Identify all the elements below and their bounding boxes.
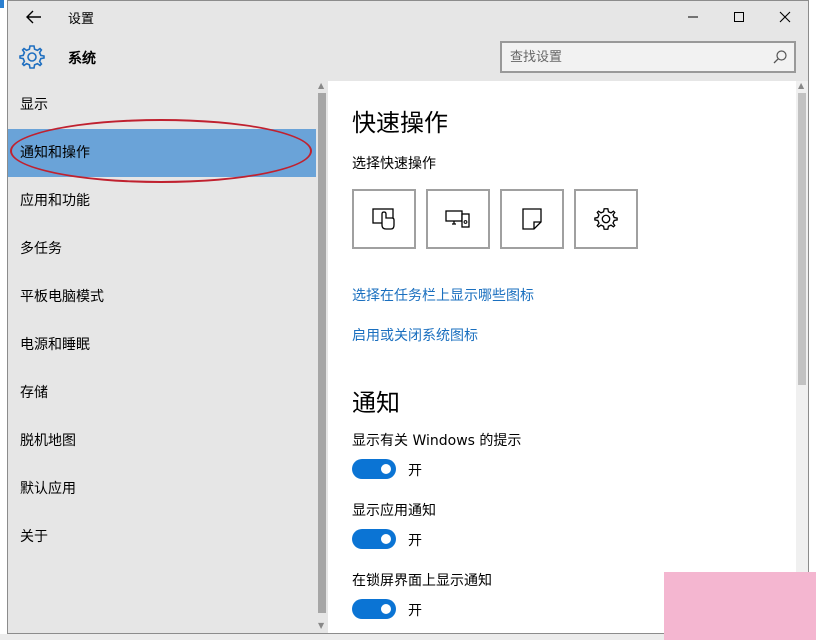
toggle-label-windows-tips: 显示有关 Windows 的提示 [352, 433, 522, 449]
toggle-windows-tips[interactable] [352, 459, 396, 479]
sidebar-item-power-sleep[interactable]: 电源和睡眠 [8, 321, 316, 369]
quick-action-tile-tablet-mode[interactable] [352, 189, 416, 249]
arrow-left-icon [26, 10, 41, 24]
minimize-icon [688, 16, 698, 18]
page-title: 系统 [68, 51, 96, 67]
toggle-state-lock-screen: 开 [408, 603, 422, 619]
sidebar-item-multitasking[interactable]: 多任务 [8, 225, 316, 273]
quick-action-tile-connect[interactable] [426, 189, 490, 249]
quick-action-tile-settings[interactable] [574, 189, 638, 249]
toggle-knob [381, 464, 391, 474]
sidebar-item-display[interactable]: 显示 [8, 81, 316, 129]
sidebar-item-about[interactable]: 关于 [8, 513, 316, 561]
connect-display-icon [445, 210, 470, 228]
toggle-state-windows-tips: 开 [408, 463, 422, 479]
back-button[interactable] [14, 3, 54, 31]
sidebar-scroll-thumb[interactable] [318, 93, 326, 613]
title-bar: 设置 [8, 1, 808, 33]
minimize-button[interactable] [670, 1, 716, 33]
gear-icon [19, 45, 45, 69]
content-scroll-thumb[interactable] [798, 93, 806, 385]
toggle-label-app-notifications: 显示应用通知 [352, 503, 436, 519]
sidebar: 显示 通知和操作 应用和功能 多任务 平板电脑模式 电源和睡眠 存储 脱机地图 … [8, 81, 316, 633]
maximize-icon [734, 12, 744, 22]
scroll-down-icon[interactable]: ▼ [318, 621, 324, 630]
toggle-state-app-notifications: 开 [408, 533, 422, 549]
content-scrollbar[interactable]: ▲ [796, 81, 808, 633]
background-accent [0, 0, 4, 8]
quick-actions-subtitle: 选择快速操作 [352, 156, 436, 172]
settings-window: 设置 系统 显示 通知和操作 应用和功能 [7, 0, 809, 634]
sidebar-item-notifications-actions[interactable]: 通知和操作 [8, 129, 316, 177]
note-icon [522, 208, 542, 230]
notifications-heading: 通知 [352, 389, 400, 417]
quick-action-tile-note[interactable] [500, 189, 564, 249]
search-icon[interactable] [772, 49, 788, 65]
quick-actions-heading: 快速操作 [352, 109, 448, 137]
link-system-icons[interactable]: 启用或关闭系统图标 [352, 325, 478, 345]
link-taskbar-icons[interactable]: 选择在任务栏上显示哪些图标 [352, 285, 534, 305]
maximize-button[interactable] [716, 1, 762, 33]
scroll-up-icon[interactable]: ▲ [318, 81, 324, 90]
tablet-mode-icon [372, 208, 395, 230]
toggle-knob [381, 604, 391, 614]
background-edge-right [809, 0, 816, 640]
window-title: 设置 [68, 12, 95, 27]
settings-gear-icon [594, 208, 618, 230]
close-icon [779, 11, 791, 23]
sidebar-scrollbar[interactable]: ▲ ▼ [316, 81, 328, 633]
toggle-app-notifications[interactable] [352, 529, 396, 549]
page-header: 系统 [8, 33, 808, 81]
toggle-label-lock-screen: 在锁屏界面上显示通知 [352, 573, 492, 589]
toggle-lock-screen[interactable] [352, 599, 396, 619]
sidebar-item-default-apps[interactable]: 默认应用 [8, 465, 316, 513]
decorative-block [664, 572, 816, 640]
toggle-knob [381, 534, 391, 544]
scroll-up-icon[interactable]: ▲ [798, 81, 804, 90]
sidebar-item-tablet-mode[interactable]: 平板电脑模式 [8, 273, 316, 321]
sidebar-item-offline-maps[interactable]: 脱机地图 [8, 417, 316, 465]
sidebar-item-storage[interactable]: 存储 [8, 369, 316, 417]
sidebar-item-apps-features[interactable]: 应用和功能 [8, 177, 316, 225]
search-box[interactable] [500, 41, 796, 73]
content-pane: 快速操作 选择快速操作 选择在任务栏上显示哪些图标 启用或关闭系统图标 通知 显… [328, 81, 796, 633]
close-button[interactable] [762, 1, 808, 33]
search-input[interactable] [510, 48, 760, 66]
